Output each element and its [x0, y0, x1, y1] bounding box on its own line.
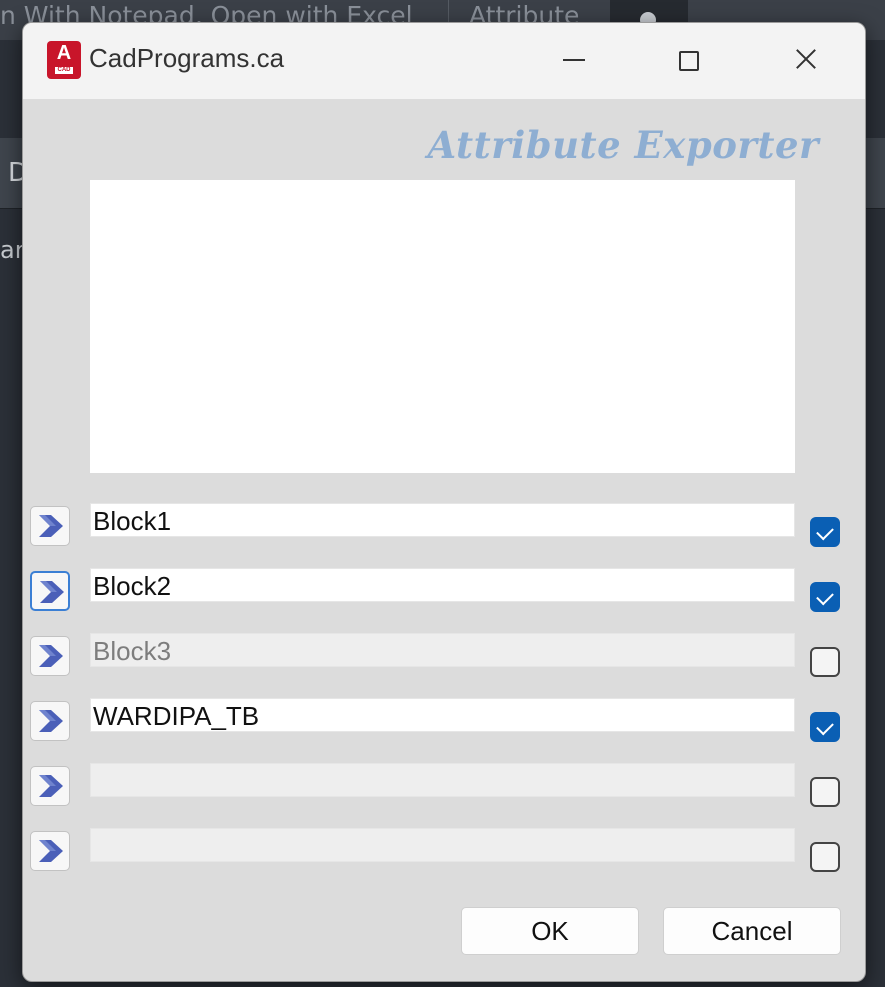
block-preview-area — [90, 180, 795, 473]
block-export-checkbox[interactable] — [810, 712, 840, 742]
background-label-2: ar — [0, 236, 25, 264]
block-export-checkbox[interactable] — [810, 517, 840, 547]
select-block-button[interactable] — [30, 831, 70, 871]
app-icon-caption: CAD — [55, 67, 73, 74]
chevron-right-icon — [39, 645, 63, 667]
autocad-app-icon: A CAD — [47, 41, 81, 79]
block-name-field[interactable] — [90, 828, 795, 862]
block-row: Block1 — [23, 503, 865, 549]
chevron-right-icon — [39, 775, 63, 797]
maximize-button[interactable] — [633, 23, 743, 93]
cancel-button[interactable]: Cancel — [663, 907, 841, 955]
chevron-right-icon — [39, 515, 63, 537]
select-block-button[interactable] — [30, 506, 70, 546]
chevron-right-icon — [40, 581, 64, 603]
ok-button[interactable]: OK — [461, 907, 639, 955]
minimize-button[interactable] — [519, 23, 629, 93]
select-block-button[interactable] — [30, 636, 70, 676]
block-name-field[interactable]: Block3 — [90, 633, 795, 667]
select-block-button[interactable] — [30, 766, 70, 806]
chevron-right-icon — [39, 840, 63, 862]
select-block-button[interactable] — [30, 701, 70, 741]
app-heading: Attribute Exporter — [427, 123, 819, 167]
block-row: Block3 — [23, 633, 865, 679]
minimize-icon — [563, 59, 585, 61]
app-icon-letter: A — [56, 42, 72, 64]
window-title: CadPrograms.ca — [89, 43, 285, 73]
block-export-checkbox[interactable] — [810, 842, 840, 872]
block-name-field[interactable]: Block1 — [90, 503, 795, 537]
attribute-exporter-dialog: A CAD CadPrograms.ca Attribute Exporter … — [22, 22, 866, 982]
close-button[interactable] — [749, 23, 859, 93]
select-block-button[interactable] — [30, 571, 70, 611]
block-row: Block2 — [23, 568, 865, 614]
block-name-field[interactable]: Block2 — [90, 568, 795, 602]
block-name-field[interactable]: WARDIPA_TB — [90, 698, 795, 732]
block-name-field[interactable] — [90, 763, 795, 797]
block-row — [23, 828, 865, 874]
block-row — [23, 763, 865, 809]
block-export-checkbox[interactable] — [810, 582, 840, 612]
block-export-checkbox[interactable] — [810, 647, 840, 677]
chevron-right-icon — [39, 710, 63, 732]
block-row: WARDIPA_TB — [23, 698, 865, 744]
maximize-icon — [679, 51, 699, 71]
title-bar[interactable]: A CAD CadPrograms.ca — [23, 23, 865, 99]
block-export-checkbox[interactable] — [810, 777, 840, 807]
